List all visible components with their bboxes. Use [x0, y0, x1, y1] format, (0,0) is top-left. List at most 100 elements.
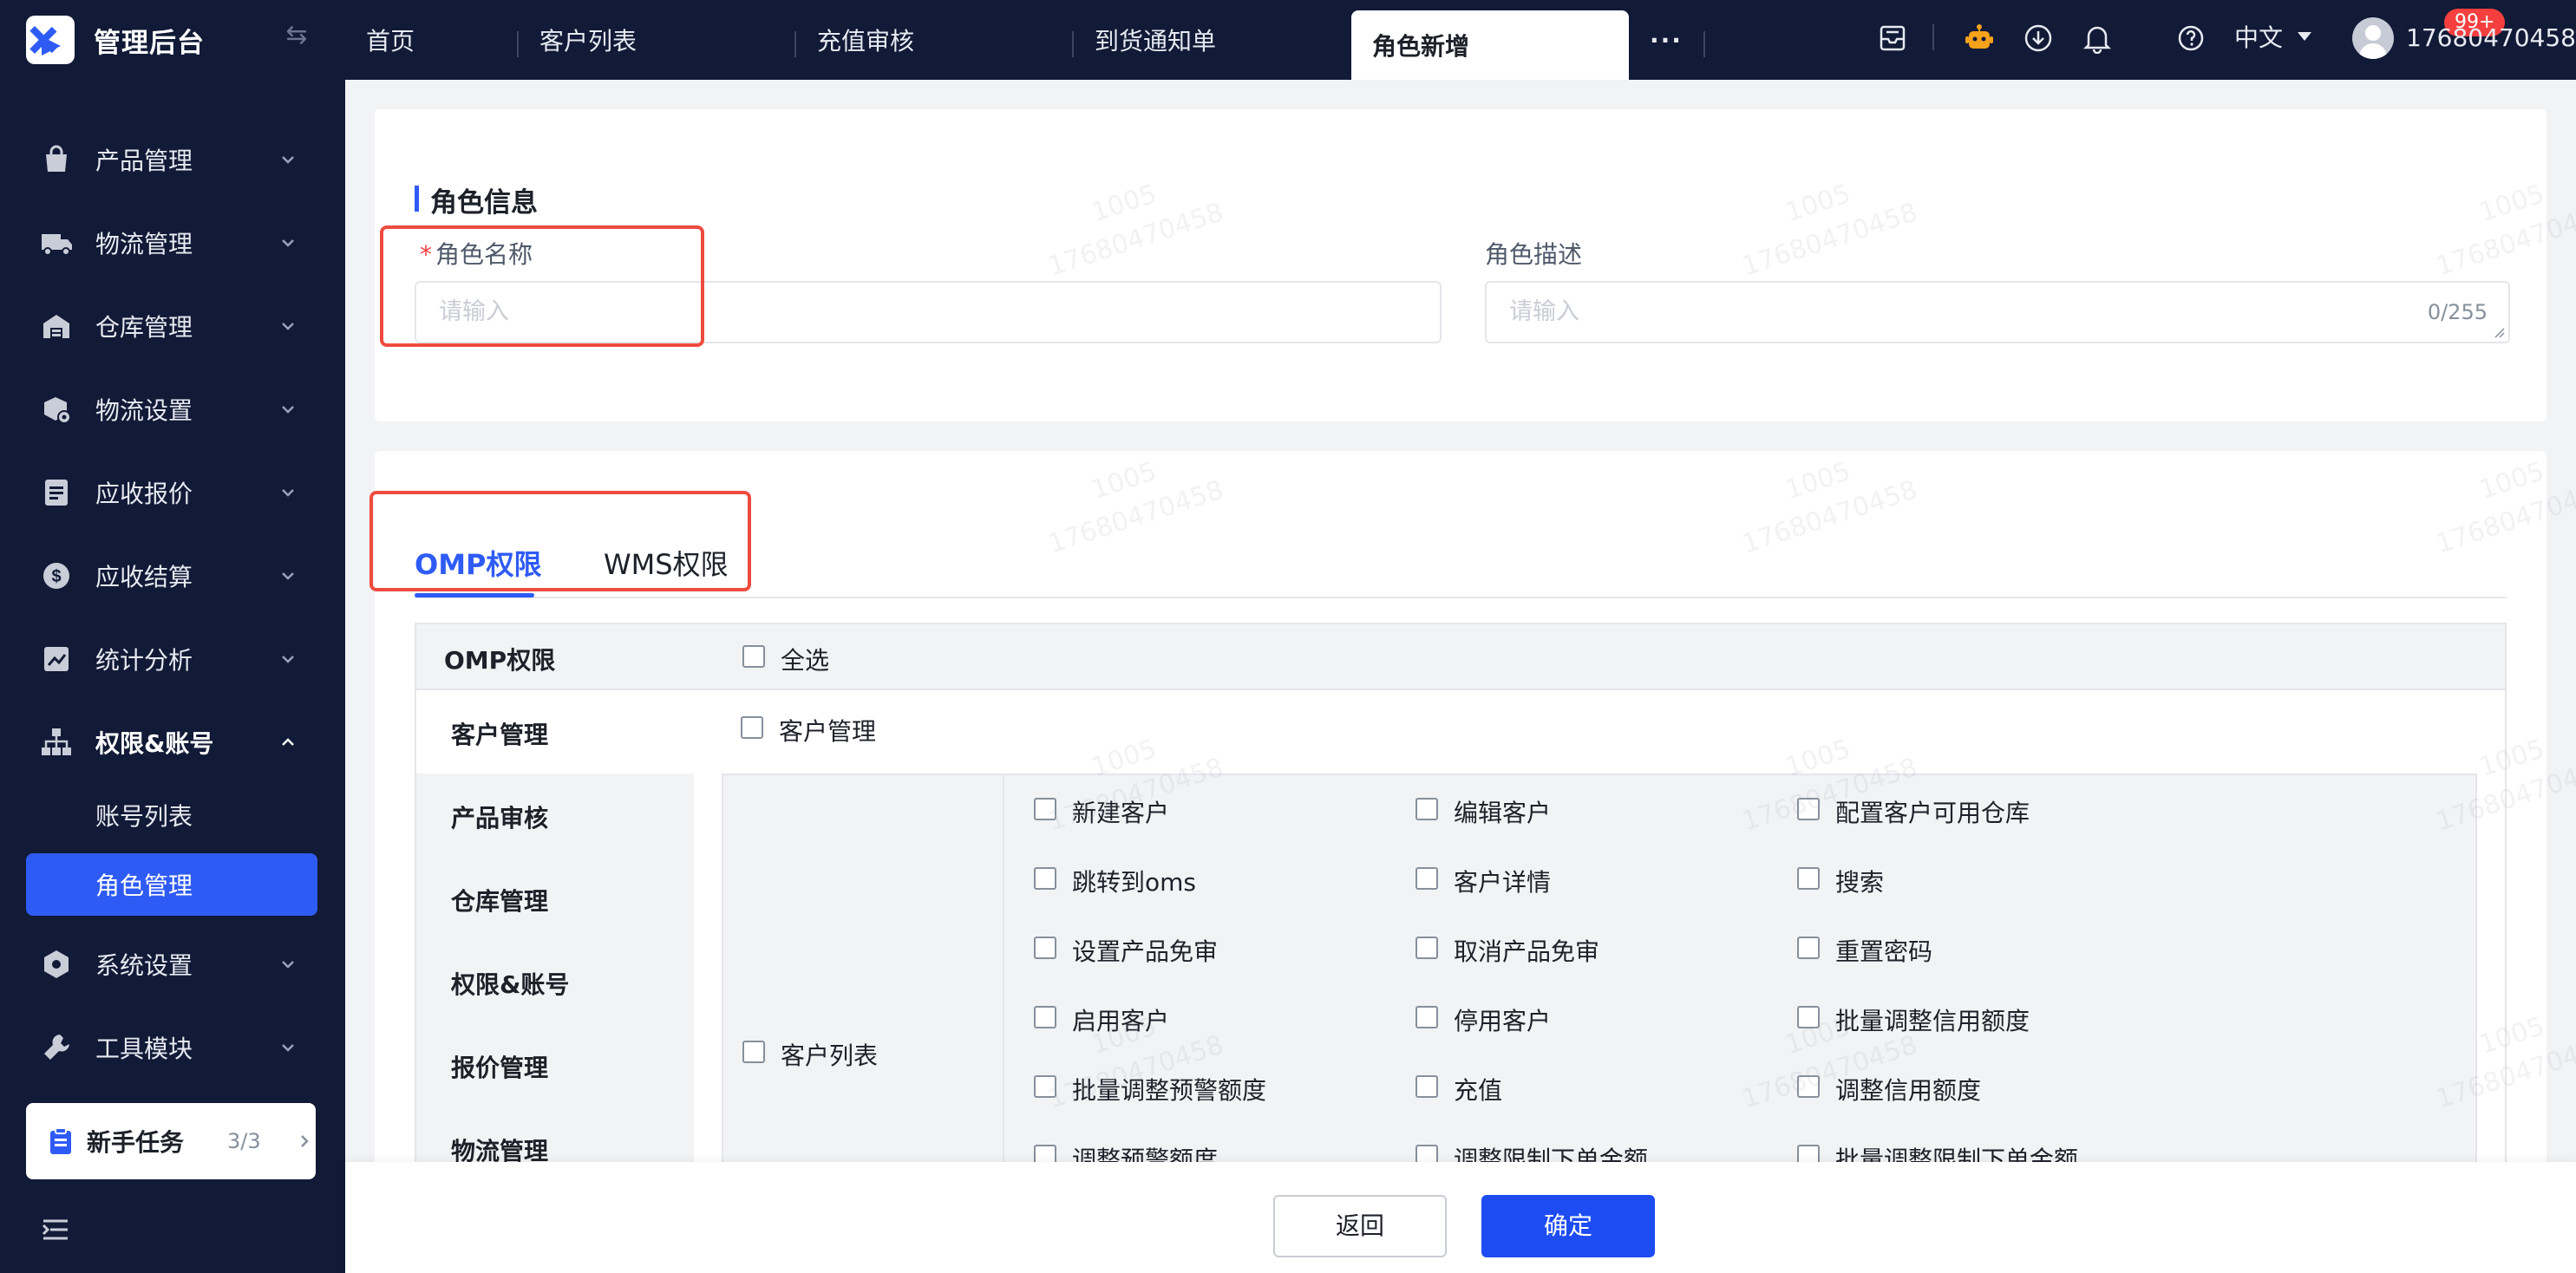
inbox-icon[interactable] [1875, 21, 1910, 55]
action-label: 批量调整信用额度 [1835, 1007, 2030, 1035]
permissions-card: OMP权限 WMS权限 OMP权限 全选 客户管理 产品审核 仓库管理 权限&账… [369, 451, 2547, 1261]
sidebar-item-label: 系统设置 [95, 951, 193, 980]
action-checkbox[interactable] [1034, 798, 1056, 820]
org-chart-icon [40, 726, 73, 759]
document-icon [40, 476, 73, 509]
highlight-box-role-name [380, 225, 704, 347]
tab-recharge-review[interactable]: 充值审核 [817, 0, 914, 80]
role-desc-textarea[interactable]: 请输入 0/255 [1485, 281, 2510, 343]
action-label: 停用客户 [1454, 1007, 1552, 1035]
sidebar-item-label: 工具模块 [95, 1035, 193, 1063]
action-checkbox[interactable] [1415, 937, 1438, 959]
beginner-task-card[interactable]: 新手任务 3/3 [26, 1103, 316, 1179]
chevron-right-icon [301, 1135, 309, 1147]
dollar-icon: $ [40, 559, 73, 592]
logo-row: 管理后台 [26, 12, 205, 68]
tab-customer-list[interactable]: 客户列表 [539, 0, 637, 80]
active-tab-indicator [415, 593, 534, 597]
action-checkbox[interactable] [1415, 1006, 1438, 1028]
confirm-button[interactable]: 确定 [1481, 1195, 1655, 1257]
action-checkbox[interactable] [1415, 1075, 1438, 1098]
action-checkbox[interactable] [1415, 867, 1438, 890]
action-checkbox[interactable] [1034, 867, 1056, 890]
action-checkbox[interactable] [1034, 1075, 1056, 1098]
main-content: 角色信息 * 角色名称 请输入 角色描述 请输入 0/255 OMP权限 WMS权… [345, 80, 2576, 1273]
tab-home[interactable]: 首页 [366, 0, 415, 80]
module-item[interactable]: 报价管理 [451, 1049, 548, 1084]
action-label: 新建客户 [1072, 799, 1170, 827]
tab-arrival-notice[interactable]: 到货通知单 [1095, 0, 1216, 80]
chevron-down-icon [282, 489, 294, 497]
sidebar-item-tools[interactable]: 工具模块 [0, 1006, 345, 1089]
beginner-task-count: 3/3 [227, 1129, 261, 1153]
sidebar-item-system-settings[interactable]: 系统设置 [0, 923, 345, 1006]
module-item[interactable]: 仓库管理 [451, 883, 548, 917]
action-checkbox[interactable] [1415, 798, 1438, 820]
module-item[interactable]: 产品审核 [451, 800, 548, 834]
role-desc-label: 角色描述 [1485, 240, 1583, 269]
beginner-task-label: 新手任务 [87, 1128, 185, 1157]
username[interactable]: 17680470458 [2406, 19, 2576, 57]
char-counter: 0/255 [2427, 300, 2488, 324]
sidebar-item-label: 产品管理 [95, 147, 193, 175]
avatar[interactable] [2352, 17, 2394, 59]
module-checkbox-label: 客户管理 [779, 717, 877, 746]
sidebar-item-logistics-settings[interactable]: 物流设置 [0, 368, 345, 451]
action-checkbox[interactable] [1797, 798, 1820, 820]
action-checkbox[interactable] [1034, 1006, 1056, 1028]
action-label: 编辑客户 [1454, 799, 1552, 827]
action-label: 充值 [1454, 1076, 1503, 1105]
sidebar-item-logistics[interactable]: 物流管理 [0, 201, 345, 284]
tabs-divider [415, 597, 2507, 598]
robot-icon[interactable] [1962, 21, 1997, 55]
help-icon[interactable] [2174, 21, 2208, 55]
sidebar-subitem-accounts[interactable]: 账号列表 [26, 784, 317, 846]
action-checkbox[interactable] [1797, 937, 1820, 959]
tab-role-add[interactable]: 角色新增 [1351, 10, 1629, 80]
menu-collapse-icon[interactable] [40, 1214, 71, 1245]
group-checkbox[interactable] [742, 1041, 765, 1063]
sidebar-item-receivable-quote[interactable]: 应收报价 [0, 451, 345, 534]
svg-text:$: $ [51, 567, 61, 586]
back-button[interactable]: 返回 [1273, 1195, 1447, 1257]
tab-more-icon[interactable]: ··· [1650, 0, 1683, 80]
action-checkbox[interactable] [1034, 937, 1056, 959]
highlight-box-permission-tabs [369, 491, 751, 591]
form-footer: 返回 确定 [345, 1162, 2576, 1273]
sidebar-item-warehouse[interactable]: 仓库管理 [0, 284, 345, 368]
download-icon[interactable] [2021, 21, 2056, 55]
sidebar-item-products[interactable]: 产品管理 [0, 118, 345, 201]
app-logo [26, 16, 75, 64]
language-select[interactable]: 中文 [2234, 19, 2283, 57]
sidebar-item-label: 应收报价 [95, 480, 193, 508]
module-item[interactable]: 客户管理 [451, 716, 548, 751]
group-label: 客户列表 [781, 1041, 879, 1070]
sidebar-item-label: 物流设置 [95, 396, 193, 425]
action-label: 客户详情 [1454, 868, 1552, 897]
action-label: 配置客户可用仓库 [1835, 799, 2030, 827]
bell-icon[interactable] [2080, 21, 2115, 55]
action-label: 取消产品免审 [1454, 937, 1600, 966]
action-checkbox[interactable] [1797, 1075, 1820, 1098]
switch-arrows-icon[interactable]: ⇆ [282, 21, 311, 50]
select-all-checkbox[interactable] [742, 645, 765, 668]
sidebar-subitem-roles[interactable]: 角色管理 [26, 853, 317, 916]
app-title: 管理后台 [94, 27, 205, 59]
hexagon-gear-icon [40, 948, 73, 981]
action-checkbox[interactable] [1797, 867, 1820, 890]
chevron-down-icon [282, 323, 294, 330]
chevron-up-icon [282, 738, 294, 746]
resize-handle-icon[interactable] [2493, 326, 2505, 338]
action-label: 搜索 [1835, 868, 1885, 897]
sidebar-item-receivable-settlement[interactable]: $ 应收结算 [0, 534, 345, 617]
sidebar-item-permissions[interactable]: 权限&账号 [0, 701, 345, 784]
module-checkbox[interactable] [741, 716, 763, 739]
section-title: 角色信息 [415, 180, 538, 219]
sidebar-item-statistics[interactable]: 统计分析 [0, 617, 345, 701]
action-label: 设置产品免审 [1072, 937, 1219, 966]
sidebar-subitem-label: 账号列表 [95, 802, 193, 831]
truck-icon [40, 226, 73, 259]
box-settings-icon [40, 393, 73, 426]
action-checkbox[interactable] [1797, 1006, 1820, 1028]
module-item[interactable]: 权限&账号 [451, 966, 569, 1001]
